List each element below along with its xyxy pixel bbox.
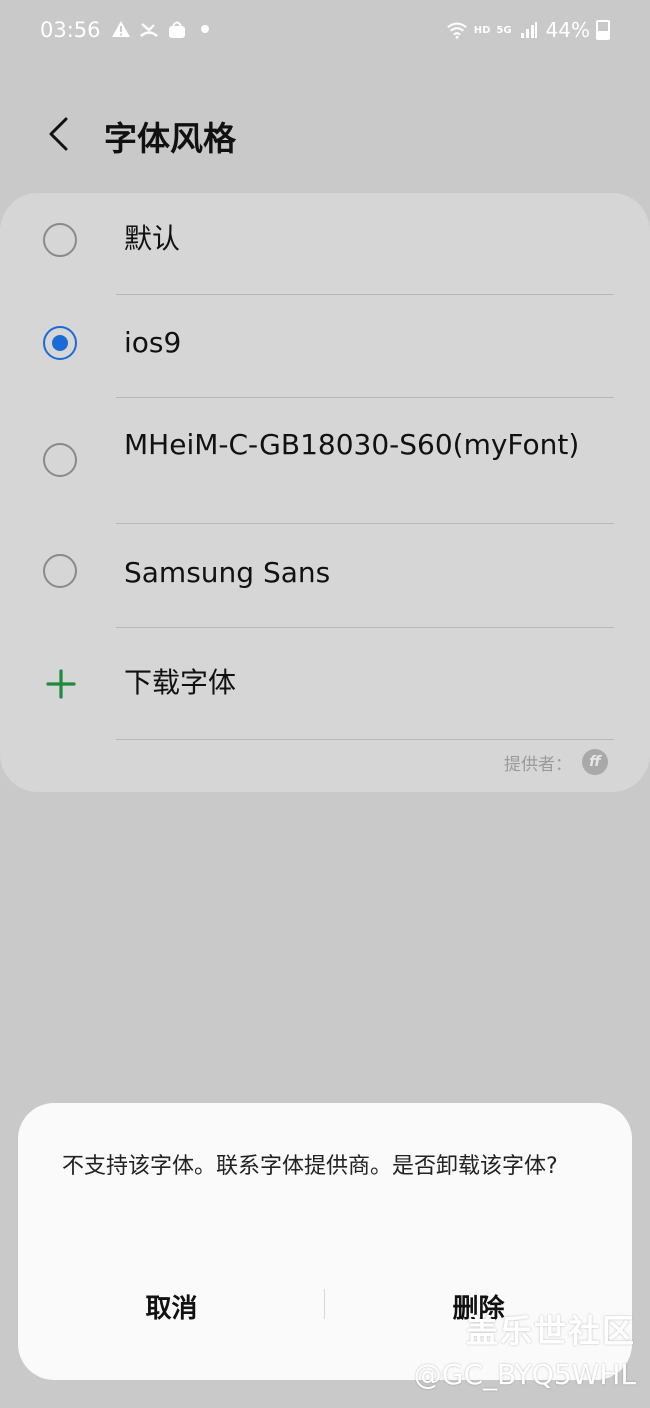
chevron-left-icon (49, 117, 68, 151)
provider-logo-icon: ff (582, 749, 608, 775)
network-5g-indicator: 5G (496, 24, 512, 36)
system-status-icons: HD 5G 44% (446, 18, 610, 42)
provider-label: 提供者： (504, 754, 572, 775)
missed-call-icon (138, 18, 160, 40)
cancel-button[interactable]: 取消 (18, 1281, 325, 1331)
status-bar: 03:56 HD 5G 44% (0, 0, 650, 62)
divider (116, 739, 614, 740)
radio-button[interactable] (43, 443, 77, 477)
signal-icon (518, 19, 540, 41)
font-option-mheim[interactable]: MHeiM-C-GB18030-S60(myFont) (0, 398, 650, 523)
font-option-label: ios9 (124, 326, 182, 359)
plus-icon (46, 669, 76, 699)
radio-button[interactable] (43, 554, 77, 588)
page-title: 字体风格 (104, 119, 236, 158)
watermark-title: 盖乐世社区 (465, 1312, 636, 1350)
watermark-handle: @GC_BYQ5WHL (413, 1358, 636, 1391)
dialog-message: 不支持该字体。联系字体提供商。是否卸载该字体? (62, 1154, 558, 1179)
dot-icon (194, 18, 216, 40)
download-fonts-item[interactable]: 下载字体 (0, 628, 650, 738)
battery-percent: 44% (545, 18, 590, 42)
font-option-default[interactable]: 默认 (0, 193, 650, 293)
hd-indicator: HD (473, 24, 491, 36)
font-style-card: 默认 ios9 MHeiM-C-GB18030-S60(myFont) Sams… (0, 193, 650, 792)
provider-info: 提供者： ff (504, 749, 608, 775)
download-fonts-label: 下载字体 (124, 666, 237, 699)
app-header: 字体风格 (0, 96, 650, 176)
battery-icon (596, 20, 610, 40)
font-option-label: 默认 (124, 222, 181, 255)
radio-button[interactable] (43, 223, 77, 257)
wifi-icon (446, 19, 468, 41)
back-button[interactable] (36, 112, 80, 156)
radio-button-selected[interactable] (43, 326, 77, 360)
warning-icon (110, 18, 132, 40)
watermark: 盖乐世社区 @GC_BYQ5WHL (414, 1306, 636, 1391)
notification-icons (110, 18, 216, 40)
font-option-label: MHeiM-C-GB18030-S60(myFont) (124, 428, 580, 461)
font-option-label: Samsung Sans (124, 556, 331, 589)
shopping-bag-icon (166, 18, 188, 40)
status-time: 03:56 (40, 18, 101, 42)
font-option-samsung-sans[interactable]: Samsung Sans (0, 524, 650, 626)
font-option-ios9[interactable]: ios9 (0, 295, 650, 397)
